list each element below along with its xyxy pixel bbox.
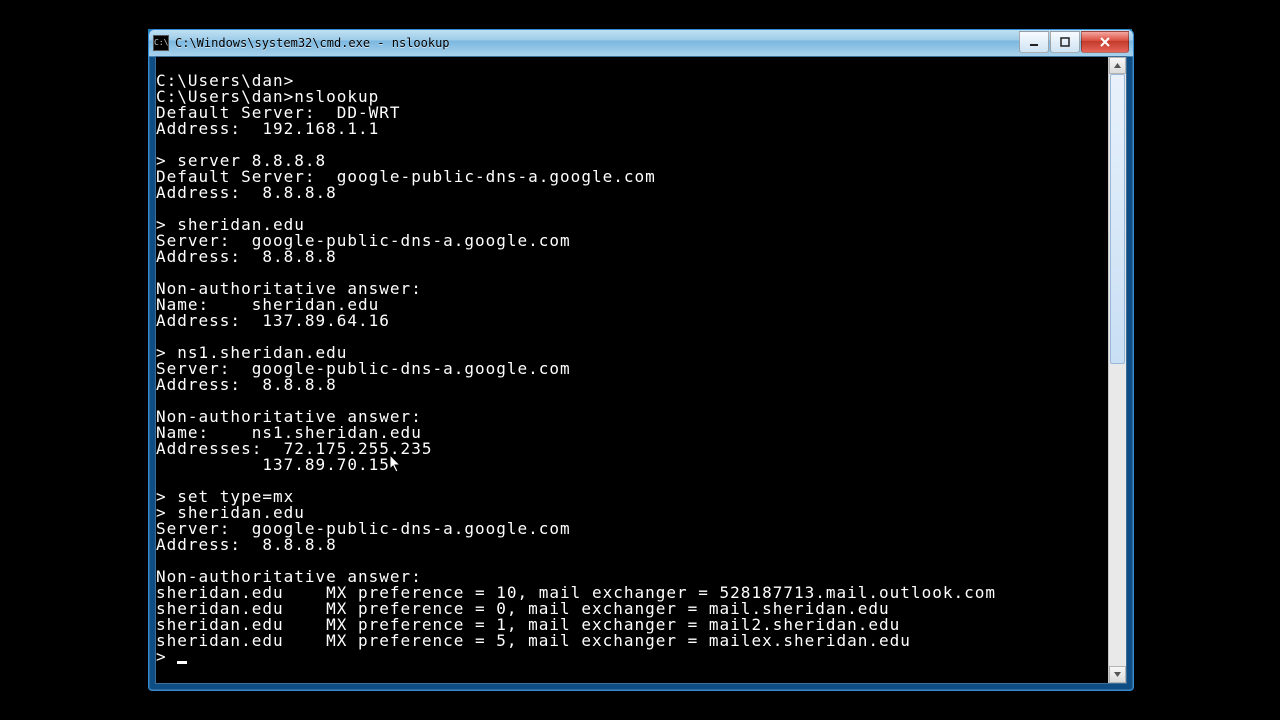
close-button[interactable] [1081, 31, 1129, 53]
console-output[interactable]: C:\Users\dan> C:\Users\dan>nslookup Defa… [156, 73, 1108, 667]
cmd-icon: C:\ [153, 35, 169, 51]
window-title: C:\Windows\system32\cmd.exe - nslookup [175, 36, 1019, 50]
maximize-icon [1060, 37, 1070, 47]
chevron-down-icon [1113, 670, 1122, 679]
minimize-icon [1029, 37, 1039, 47]
window-controls [1019, 31, 1133, 51]
scrollbar-thumb[interactable] [1110, 74, 1125, 364]
scroll-up-button[interactable] [1109, 57, 1126, 74]
vertical-scrollbar[interactable] [1108, 57, 1126, 683]
minimize-button[interactable] [1019, 31, 1049, 53]
client-area: C:\Users\dan> C:\Users\dan>nslookup Defa… [155, 56, 1127, 684]
text-caret [177, 661, 187, 664]
close-icon [1099, 37, 1111, 47]
cmd-window: C:\ C:\Windows\system32\cmd.exe - nslook… [148, 29, 1134, 691]
maximize-button[interactable] [1050, 31, 1080, 53]
chevron-up-icon [1113, 61, 1122, 70]
titlebar[interactable]: C:\ C:\Windows\system32\cmd.exe - nslook… [149, 30, 1133, 57]
scroll-down-button[interactable] [1109, 666, 1126, 683]
